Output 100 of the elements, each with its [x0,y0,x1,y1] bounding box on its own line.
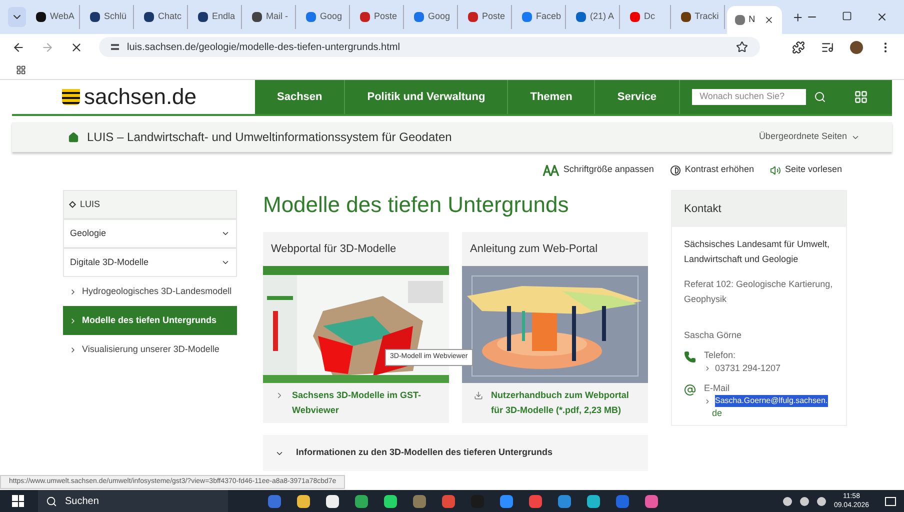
browser-tab[interactable]: Goog [406,5,458,29]
tab-title: Poste [374,10,398,24]
site-info-icon[interactable] [111,44,119,50]
favicon-icon [198,12,208,22]
favicon-icon [360,12,370,22]
favicon-icon [144,12,154,22]
reading-list-icon[interactable] [821,40,834,54]
start-icon[interactable] [12,495,24,507]
tab-title: Dc [644,10,656,24]
tab-title: Chatc [158,10,182,24]
close-icon[interactable] [876,11,888,23]
parent-pages-dropdown[interactable]: Übergeordnete Seiten [758,130,860,144]
grid-menu-icon[interactable] [854,90,868,104]
phone-link[interactable]: 03731 294-1207 [704,362,781,376]
apps-icon[interactable] [16,64,26,74]
speaker-icon [770,164,781,176]
browser-tab[interactable]: (21) A [568,5,620,29]
app-icon[interactable] [297,494,310,508]
person-name: Sascha Görne [684,329,743,342]
favicon-icon [522,12,532,22]
browser-tab[interactable]: WebA [28,5,80,29]
search-icon [46,496,57,506]
chevron-down-icon [221,229,230,238]
sidebar-item[interactable]: Modelle des tiefen Untergrunds [63,306,237,335]
phone-label: Telefon: [704,348,737,362]
browser-tab[interactable]: Chatc [136,5,188,29]
favicon-icon [576,12,586,22]
tab-title: (21) A [590,10,614,24]
card-link[interactable]: Sachsens 3D-Modelle im GST-Webviewer [263,383,449,423]
extensions-icon[interactable] [792,40,805,54]
browser-tab[interactable]: Faceb [514,5,566,29]
app-icon[interactable] [587,494,600,508]
email-label: E-Mail [704,382,731,394]
back-icon[interactable] [12,40,25,54]
tab-title: Goog [320,10,342,24]
tab-search-button[interactable] [8,7,26,27]
notification-icon[interactable] [885,496,896,506]
favicon-icon [252,12,262,22]
accessibility-link[interactable]: Kontrast erhöhen [670,163,754,177]
nav-link[interactable]: Sachsen [255,80,346,114]
tab-title: N [748,13,756,26]
nav-link[interactable]: Themen [508,80,596,114]
favicon-icon [90,12,100,22]
coat-of-arms-icon [62,89,80,105]
chevron-icon [69,316,77,324]
tab-title: Mail - [266,10,288,24]
accessibility-link[interactable]: Seite vorlesen [770,163,842,177]
email-link-continued[interactable]: de [712,407,828,420]
new-tab-icon[interactable] [792,10,804,24]
tab-title: Tracki [694,10,719,24]
nav-link[interactable]: Politik und Verwaltung [345,80,508,114]
address-field[interactable]: luis.sachsen.de/geologie/modelle-des-tiefen-untergrunds.html [99,37,760,57]
organization-name: Sächsisches Landesamt für Umwelt, Landwirtschaft und Geologie [684,238,831,266]
tab-title: Endla [212,10,236,24]
home-icon[interactable] [68,132,79,142]
card-link[interactable]: Nutzerhandbuch zum Webportal für 3D-Modelle (*.pdf, 2,23 MB) [462,383,648,423]
chevron-icon [704,365,711,372]
browser-tab[interactable]: Mail - [244,5,296,29]
browser-tab[interactable]: Schlü [82,5,134,29]
browser-tab[interactable]: Tracki [672,5,725,29]
tab-title: WebA [50,10,74,24]
chevron-icon [704,398,711,404]
contact-title: Kontakt [672,191,846,227]
favicon-icon [306,12,316,22]
browser-tab[interactable]: Endla [190,5,242,29]
search-field[interactable]: Wonach suchen Sie? [692,89,806,105]
chevron-icon [69,288,77,296]
tab-title: Poste [482,10,506,24]
app-icon[interactable] [326,494,339,508]
browser-tab[interactable]: Goog [298,5,350,29]
sidebar-item[interactable]: Geologie [63,219,237,248]
tab-title: Faceb [536,10,562,24]
favicon-icon [414,12,424,22]
close-icon[interactable] [764,15,774,25]
restore-icon[interactable] [842,11,852,21]
chevron-down-icon [221,258,230,267]
browser-tab[interactable]: N [726,6,782,34]
card-title: Webportal für 3D-Modelle [270,242,398,257]
sidebar-item[interactable]: Digitale 3D-Modelle [63,248,237,277]
breadcrumb-text: LUIS – Landwirtschaft- und Umweltinformationssystem für Geodaten [87,129,452,146]
contrast-icon [670,164,681,176]
browser-tab[interactable]: Poste [352,5,404,29]
site-logo[interactable]: sachsen.de [84,86,197,108]
taskbar-search-field[interactable]: Suchen [38,490,228,512]
nav-link[interactable]: Service [595,80,680,114]
search-icon[interactable] [814,91,826,103]
phone-icon [684,350,696,362]
department-text: Referat 102: Geologische Kartierung, Geophysik [684,278,834,306]
app-icon[interactable] [384,494,397,508]
accessibility-link[interactable]: Schriftgröße anpassen [543,163,654,177]
profile-avatar[interactable] [850,40,863,54]
tab-title: Goog [428,10,450,24]
browser-tab[interactable]: Poste [460,5,512,29]
stop-icon[interactable] [70,40,83,54]
sidebar-item[interactable]: LUIS [63,190,237,219]
favicon-icon [36,12,46,22]
browser-tab[interactable]: Dc [622,5,671,29]
bookmark-star-icon[interactable] [736,41,748,53]
accordion-header[interactable]: Informationen zu den 3D-Modellen des tieferen Untergrunds [263,435,648,471]
tab-title: Schlü [104,10,127,24]
